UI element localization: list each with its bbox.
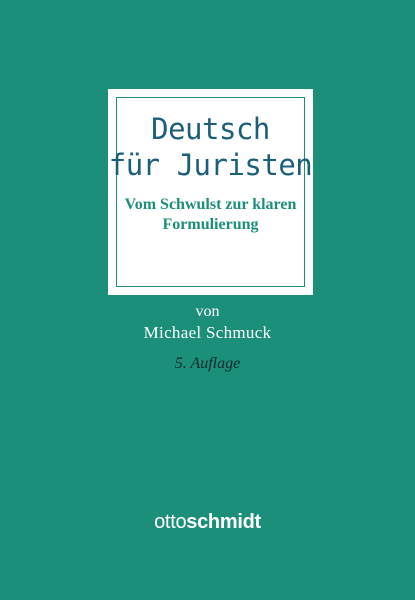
book-title-line-1: Deutsch [151,112,270,146]
publisher-logo: ottoschmidt [0,510,415,534]
book-subtitle: Vom Schwulst zur klaren Formulierung [108,195,313,235]
book-subtitle-line-1: Vom Schwulst zur klaren [124,196,297,213]
by-label: von [195,303,220,320]
publisher-logo-part-1: otto [154,511,187,533]
book-cover: Deutsch für Juristen Vom Schwulst zur kl… [0,0,415,600]
title-panel: Deutsch für Juristen Vom Schwulst zur kl… [108,89,313,295]
edition-label: 5. Auflage [174,355,241,372]
author-name: Michael Schmuck [143,323,272,342]
publisher-logo-part-2: schmidt [186,511,261,533]
book-subtitle-line-2: Formulierung [162,216,259,233]
book-title: Deutsch für Juristen [108,111,313,183]
book-title-line-2: für Juristen [108,148,313,182]
